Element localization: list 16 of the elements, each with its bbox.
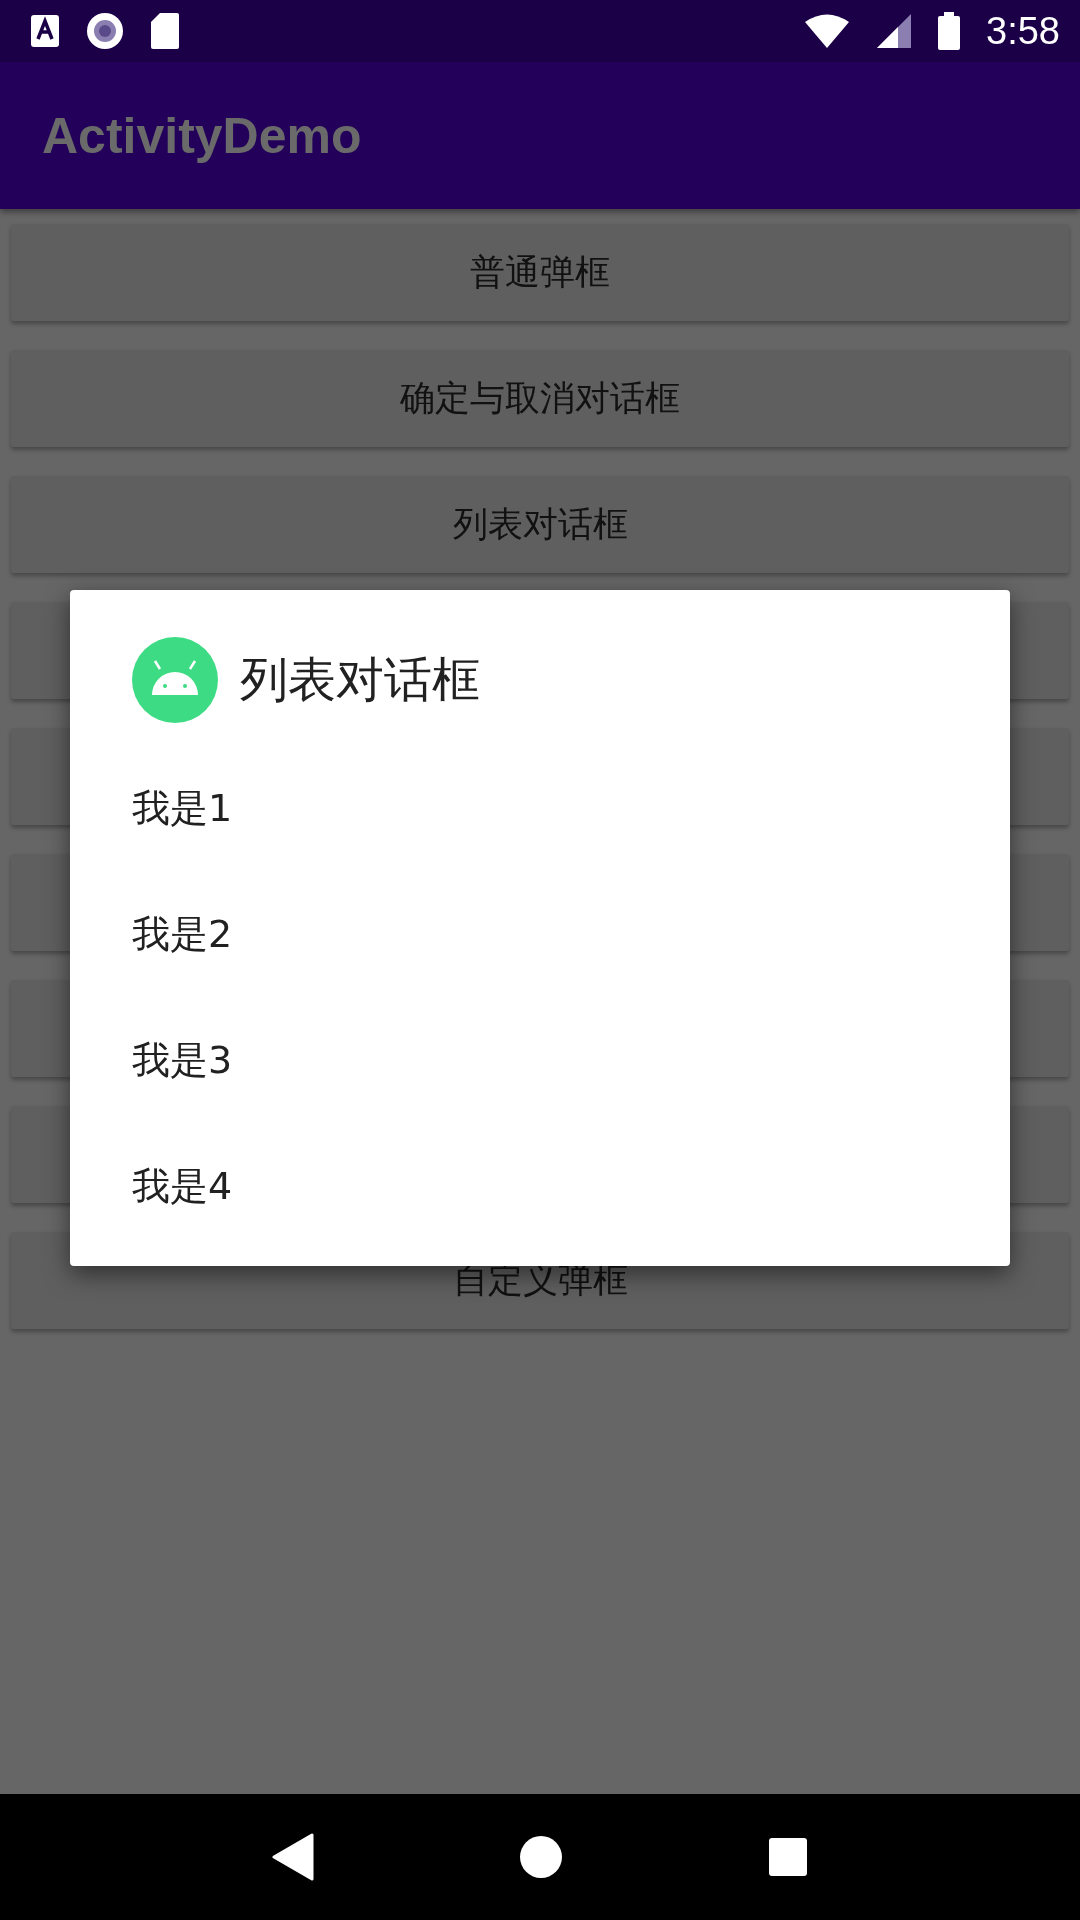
text-font-icon [30,14,60,48]
dialog-title: 列表对话框 [240,650,480,709]
android-icon [132,637,218,723]
wifi-icon [804,13,851,49]
home-icon[interactable] [519,1835,563,1879]
list-item[interactable]: 我是2 [132,871,1010,997]
recents-icon[interactable] [767,1837,808,1877]
sd-card-icon [150,12,180,50]
app-title: ActivityDemo [42,106,362,165]
record-icon [86,12,124,50]
back-icon[interactable] [272,1833,315,1881]
list-item[interactable]: 我是3 [132,997,1010,1123]
battery-icon [938,12,961,50]
signal-icon [876,13,913,49]
list-item[interactable]: 我是1 [132,745,1010,871]
clock-time: 3:58 [986,9,1060,53]
